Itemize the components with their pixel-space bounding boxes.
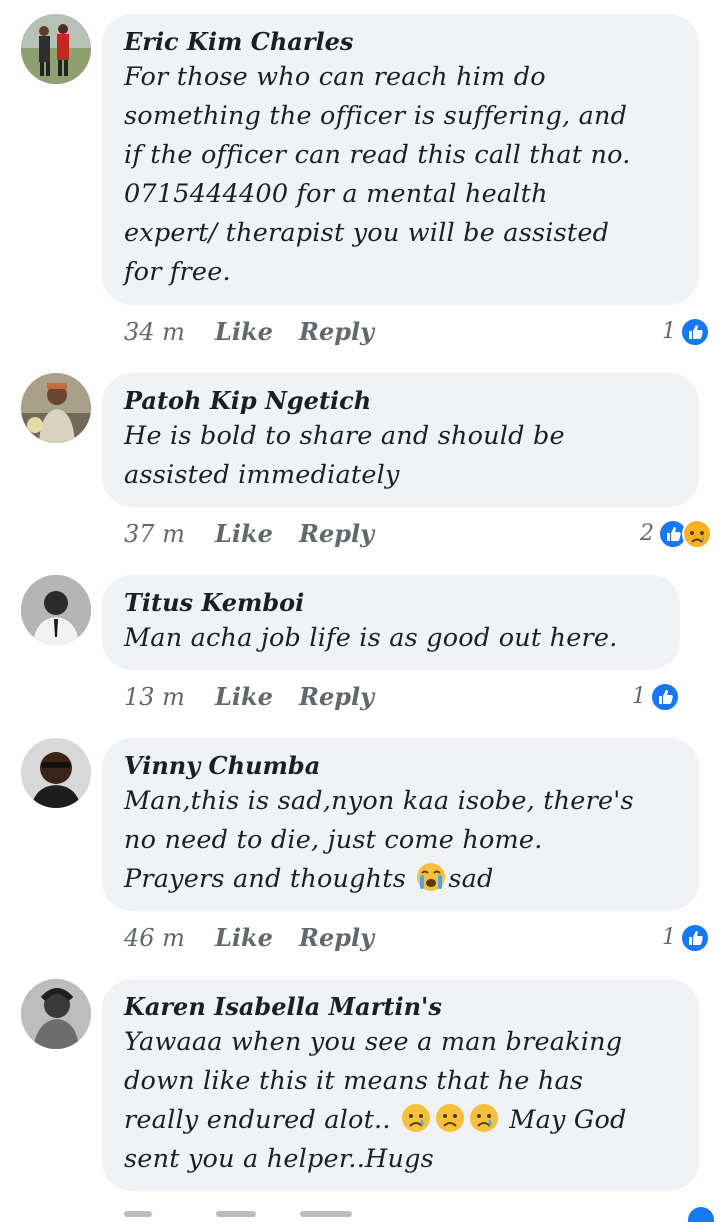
comment-bubble[interactable]: Vinny Chumba Man,this is sad,nyon kaa is…	[102, 738, 699, 911]
like-button[interactable]: Like	[215, 918, 273, 958]
comment-bubble[interactable]: Titus Kemboi Man acha job life is as goo…	[102, 575, 680, 670]
comment-author[interactable]: Vinny Chumba	[124, 750, 677, 782]
sad-icon	[682, 519, 712, 549]
avatar[interactable]	[21, 373, 91, 443]
avatar[interactable]	[21, 738, 91, 808]
reply-button[interactable]: Reply	[299, 677, 374, 717]
comment-bubble[interactable]: Karen Isabella Martin's Yawaaa when you …	[102, 979, 699, 1191]
comment-actions: 13 m Like Reply 1	[124, 677, 704, 717]
comment-author[interactable]: Eric Kim Charles	[124, 26, 677, 58]
sad-tear-face-icon	[469, 1104, 498, 1132]
comment-text: He is bold to share and should be assist…	[124, 421, 565, 490]
reply-button[interactable]: Reply	[299, 918, 374, 958]
crying-face-icon	[417, 863, 446, 891]
reaction-summary[interactable]: 2	[640, 518, 712, 550]
reply-button[interactable]: Reply	[299, 312, 374, 352]
comment-author[interactable]: Karen Isabella Martin's	[124, 991, 677, 1023]
reaction-summary[interactable]: 1	[632, 681, 680, 713]
comment-actions: 34 m Like Reply 1	[124, 312, 710, 352]
reply-button[interactable]: Reply	[299, 514, 374, 554]
avatar[interactable]	[21, 979, 91, 1049]
like-icon	[680, 923, 710, 953]
comment-timestamp[interactable]: 37 m	[124, 514, 185, 554]
like-button[interactable]: Like	[215, 677, 273, 717]
cut-off-actions-row	[124, 1205, 714, 1222]
reaction-count: 2	[640, 521, 654, 546]
comment-actions: 46 m Like Reply 1	[124, 918, 710, 958]
reaction-count: 1	[662, 319, 676, 344]
comment-timestamp[interactable]: 46 m	[124, 918, 185, 958]
comment-text: For those who can reach him do something…	[124, 62, 631, 287]
reaction-count: 1	[662, 925, 676, 950]
like-icon	[680, 317, 710, 347]
avatar[interactable]	[21, 14, 91, 84]
reaction-summary[interactable]: 1	[662, 316, 710, 348]
comment-text: Man,this is sad,nyon kaa isobe, there's …	[124, 786, 634, 894]
comment-actions: 37 m Like Reply 2	[124, 514, 712, 554]
comment-text: Yawaaa when you see a man breaking down …	[124, 1027, 627, 1174]
comment-text: Man acha job life is as good out here.	[124, 623, 618, 653]
reaction-count: 1	[632, 684, 646, 709]
comment-author[interactable]: Titus Kemboi	[124, 587, 658, 619]
comment-bubble[interactable]: Eric Kim Charles For those who can reach…	[102, 14, 699, 305]
worried-face-icon	[435, 1104, 464, 1132]
reaction-summary[interactable]: 1	[662, 922, 710, 954]
comment-bubble[interactable]: Patoh Kip Ngetich He is bold to share an…	[102, 373, 699, 507]
comment-timestamp[interactable]: 13 m	[124, 677, 185, 717]
comment-timestamp[interactable]: 34 m	[124, 312, 185, 352]
avatar[interactable]	[21, 575, 91, 645]
like-button[interactable]: Like	[215, 514, 273, 554]
like-icon	[650, 682, 680, 712]
like-button[interactable]: Like	[215, 312, 273, 352]
comment-author[interactable]: Patoh Kip Ngetich	[124, 385, 677, 417]
sad-tear-face-icon	[401, 1104, 430, 1132]
